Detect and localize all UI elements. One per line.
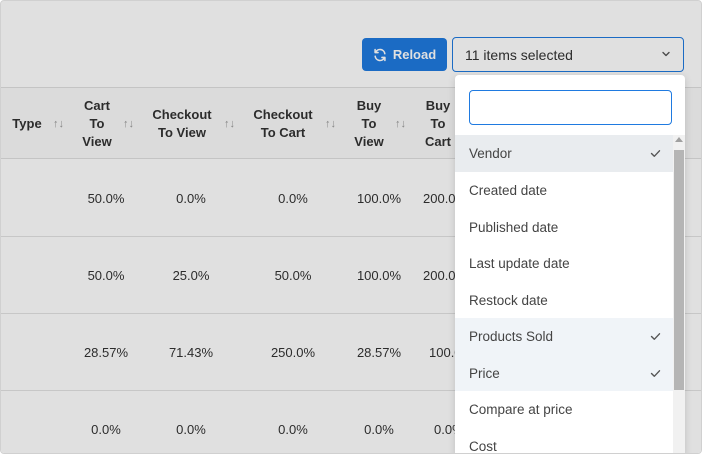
table-cell: 0.0% xyxy=(364,422,394,437)
table-cell: 0.0% xyxy=(176,422,206,437)
option-label: Compare at price xyxy=(469,402,573,417)
option-cost[interactable]: Cost xyxy=(455,428,673,454)
header-label: Checkout To Cart xyxy=(253,107,313,140)
table-cell xyxy=(7,314,47,391)
option-label: Restock date xyxy=(469,293,548,308)
table-cell xyxy=(7,391,47,453)
sort-icon[interactable]: ↑↓ xyxy=(123,118,135,130)
dropdown-search-input[interactable] xyxy=(469,90,672,125)
option-label: Created date xyxy=(469,183,548,198)
sort-icon[interactable]: ↑↓ xyxy=(53,118,65,130)
table-cell xyxy=(7,237,47,314)
column-header-buy-to-view[interactable]: Buy To View xyxy=(349,88,389,160)
refresh-icon xyxy=(374,48,386,61)
table-cell: 50.0% xyxy=(87,191,125,206)
table-cell: 28.57% xyxy=(356,345,402,360)
header-label: Buy To Cart xyxy=(424,98,451,149)
dropdown-scrollbar[interactable] xyxy=(673,135,685,453)
table-cell: 71.43% xyxy=(168,345,214,360)
table-cell: 50.0% xyxy=(274,268,312,283)
table-cell: 0.0% xyxy=(278,191,308,206)
column-header-checkout-to-cart[interactable]: Checkout To Cart xyxy=(247,88,319,160)
table-cell: 0.0% xyxy=(278,422,308,437)
table-cell: 100.0% xyxy=(356,268,402,283)
sort-icon[interactable]: ↑↓ xyxy=(224,118,236,130)
option-last-update-date[interactable]: Last update date xyxy=(455,245,673,282)
table-cell: 100.0% xyxy=(356,191,402,206)
table-cell: 25.0% xyxy=(172,268,210,283)
option-published-date[interactable]: Published date xyxy=(455,209,673,246)
header-label: Buy To View xyxy=(354,98,384,149)
column-header-type[interactable]: Type xyxy=(7,88,47,160)
sort-icon[interactable]: ↑↓ xyxy=(395,118,407,130)
option-created-date[interactable]: Created date xyxy=(455,172,673,209)
header-label: Checkout To View xyxy=(152,107,212,140)
option-label: Last update date xyxy=(469,256,570,271)
option-price[interactable]: Price xyxy=(455,355,673,392)
option-vendor[interactable]: Vendor xyxy=(455,135,673,172)
column-header-checkout-to-view[interactable]: Checkout To View xyxy=(146,88,218,160)
option-restock-date[interactable]: Restock date xyxy=(455,282,673,319)
option-label: Price xyxy=(469,366,500,381)
option-label: Vendor xyxy=(469,146,512,161)
table-cell: 0.0% xyxy=(91,422,121,437)
table-cell xyxy=(7,160,47,237)
columns-multiselect[interactable]: 11 items selected xyxy=(452,37,684,72)
table-cell: 28.57% xyxy=(83,345,129,360)
scroll-up-arrow-icon[interactable] xyxy=(675,137,683,142)
option-label: Cost xyxy=(469,439,497,454)
check-icon xyxy=(650,370,661,377)
option-products-sold[interactable]: Products Sold xyxy=(455,318,673,355)
check-icon xyxy=(650,150,661,157)
column-header-cart-to-view[interactable]: Cart To View xyxy=(71,88,123,160)
app-frame: Reload 11 items selected Type ↑↓ Cart To… xyxy=(0,0,702,454)
header-label: Type xyxy=(12,116,42,131)
chevron-down-icon xyxy=(662,51,670,57)
header-label: Cart To View xyxy=(82,98,112,149)
multiselect-value: 11 items selected xyxy=(465,46,573,63)
scrollbar-thumb[interactable] xyxy=(674,150,684,390)
option-compare-at-price[interactable]: Compare at price xyxy=(455,391,673,428)
columns-dropdown-panel: Vendor Created date Published date Last … xyxy=(455,75,685,454)
table-cell: 50.0% xyxy=(87,268,125,283)
option-label: Published date xyxy=(469,220,559,235)
table-cell: 0.0% xyxy=(176,191,206,206)
option-label: Products Sold xyxy=(469,329,554,344)
table-cell: 250.0% xyxy=(270,345,316,360)
reload-label: Reload xyxy=(392,47,437,62)
check-icon xyxy=(650,333,661,340)
sort-icon[interactable]: ↑↓ xyxy=(325,118,337,130)
reload-button[interactable]: Reload xyxy=(362,38,447,71)
column-header-buy-to-cart[interactable]: Buy To Cart xyxy=(418,88,458,160)
